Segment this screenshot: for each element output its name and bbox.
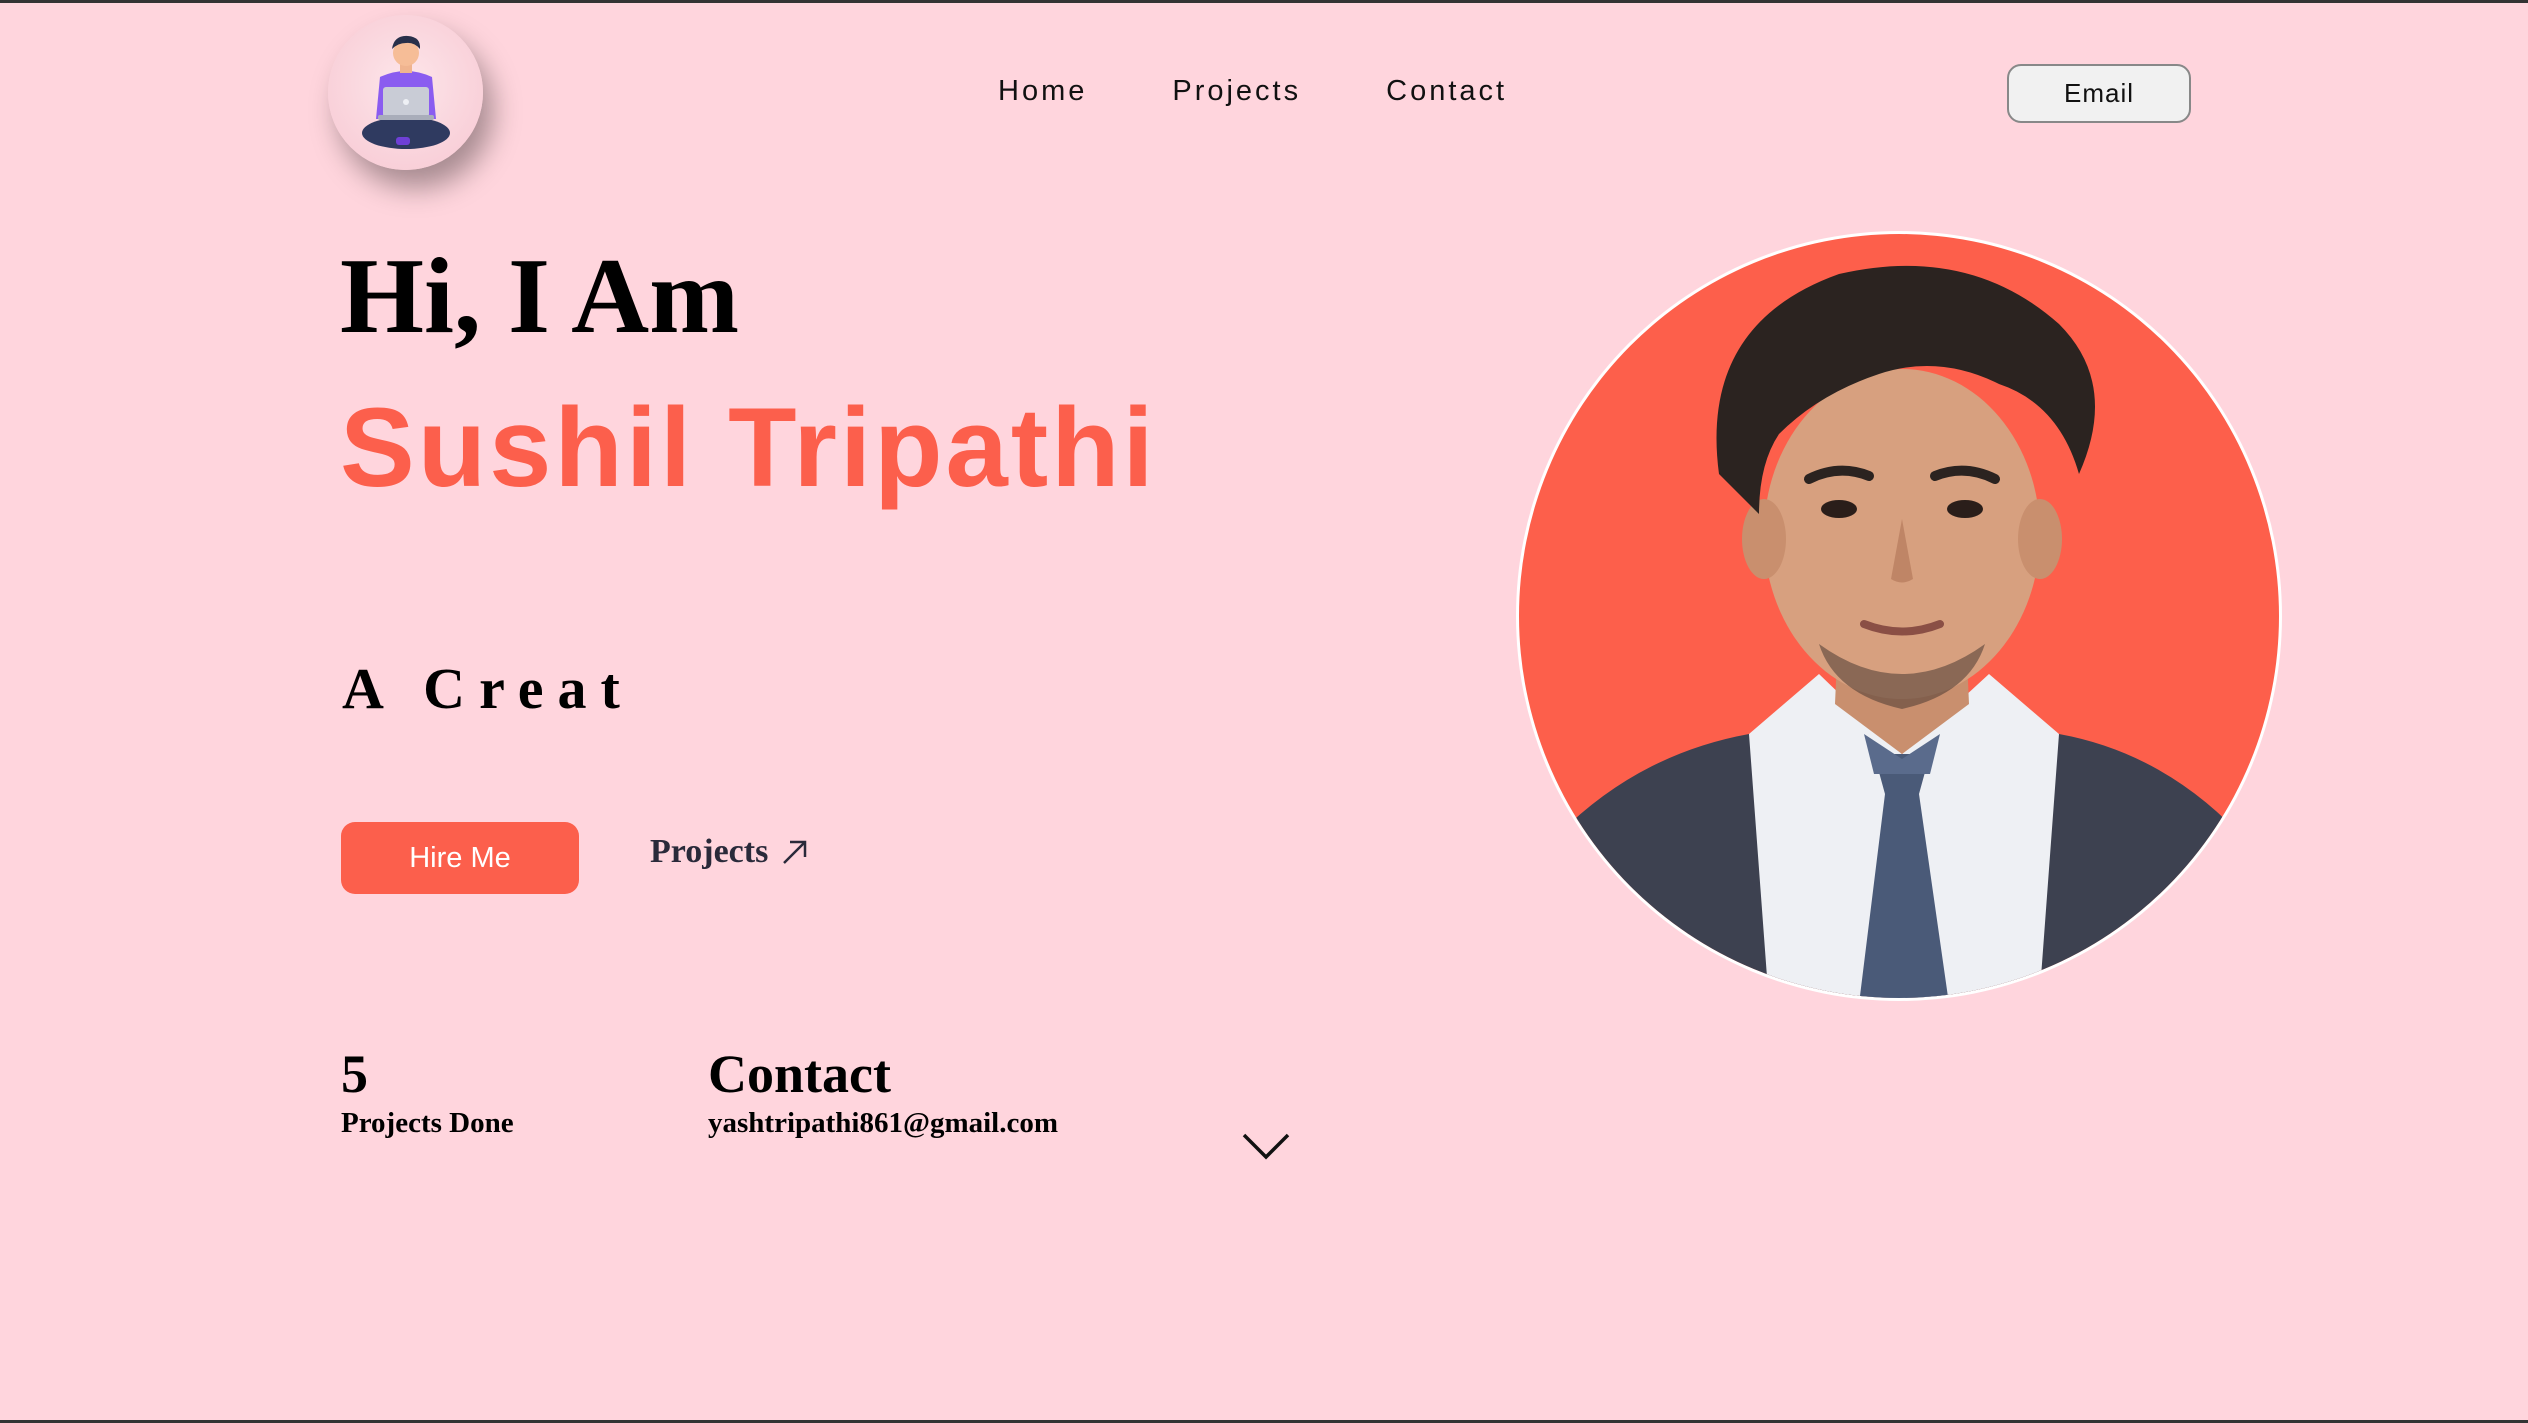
developer-avatar-icon [362,35,450,149]
profile-photo [1516,231,2282,1001]
main-nav: Home Projects Contact [998,75,1507,108]
contact-email[interactable]: yashtripathi861@gmail.com [708,1107,1058,1140]
projects-done-label: Projects Done [341,1107,514,1139]
typed-tagline: A Creat [342,656,634,721]
nav-home[interactable]: Home [998,75,1087,108]
hire-me-button[interactable]: Hire Me [341,822,579,894]
projects-count: 5 [341,1044,368,1104]
contact-title: Contact [708,1044,891,1104]
nav-projects[interactable]: Projects [1172,75,1301,108]
arrow-up-right-icon [783,840,807,864]
greeting-heading: Hi, I Am [340,237,740,356]
profile-person-illustration [1520,265,2279,998]
email-button[interactable]: Email [2007,64,2191,123]
name-heading: Sushil Tripathi [340,385,1157,510]
projects-link-label: Projects [650,833,769,870]
projects-link[interactable]: Projects [650,833,812,871]
chevron-down-icon[interactable] [1240,1129,1292,1161]
logo-avatar[interactable] [328,15,483,170]
nav-contact[interactable]: Contact [1386,75,1507,108]
